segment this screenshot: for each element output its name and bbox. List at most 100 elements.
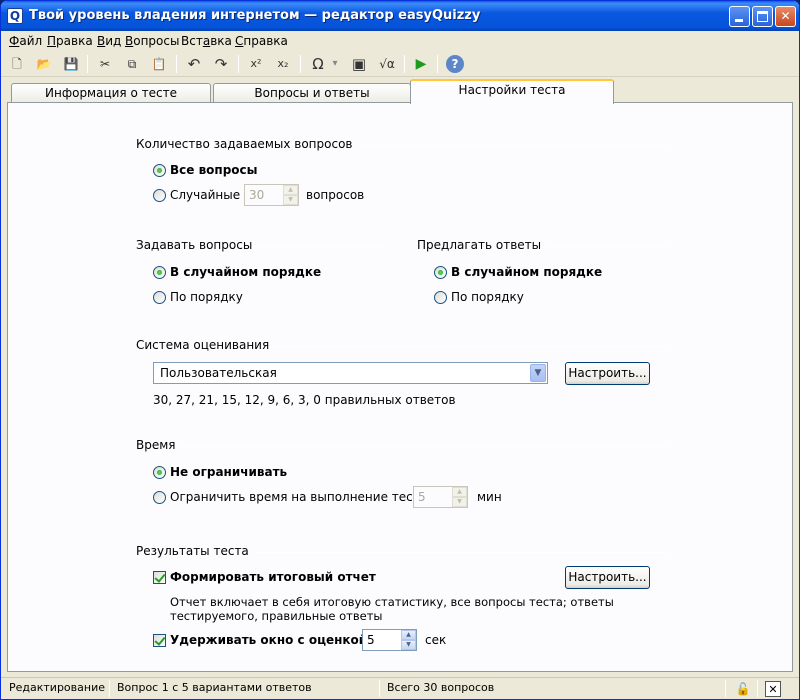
window-title: Твой уровень владения интернетом — редак…: [29, 8, 481, 23]
label-random-questions: Случайные: [170, 188, 241, 202]
redo-icon[interactable]: ↷: [211, 54, 231, 74]
maximize-button[interactable]: [752, 6, 773, 27]
minimize-button[interactable]: [729, 6, 750, 27]
unlock-icon[interactable]: 🔓: [735, 681, 751, 697]
chevron-down-icon[interactable]: ▼: [401, 640, 416, 650]
hold-seconds-stepper[interactable]: 5 ▲ ▼: [362, 629, 417, 651]
menu-insert[interactable]: Вставка: [181, 34, 232, 48]
time-limit-value: 5: [418, 490, 426, 504]
time-limit-stepper[interactable]: 5 ▲ ▼: [413, 486, 468, 508]
hold-seconds-value: 5: [367, 633, 375, 647]
chevron-down-icon[interactable]: ▼: [283, 195, 298, 205]
menu-view[interactable]: Вид: [97, 34, 121, 48]
group-separator: [137, 446, 667, 447]
toolbar-separator: [87, 55, 88, 73]
toolbar-separator: [404, 55, 405, 73]
label-time-limited: Ограничить время на выполнение теста: [170, 490, 428, 504]
run-test-icon[interactable]: ▶: [411, 54, 431, 74]
settings-panel: Количество задаваемых вопросов Все вопро…: [7, 102, 793, 672]
close-button[interactable]: ✕: [775, 6, 796, 27]
grading-thresholds-text: 30, 27, 21, 15, 12, 9, 6, 3, 0 правильны…: [153, 393, 456, 407]
omega-symbol-icon[interactable]: Ω: [308, 54, 328, 74]
menu-help[interactable]: Справка: [235, 34, 288, 48]
menu-file-accel: Ф: [9, 34, 20, 48]
status-mode: Редактирование: [9, 681, 105, 694]
group-title-grading: Система оценивания: [136, 338, 276, 352]
group-title-ask-questions: Задавать вопросы: [136, 238, 259, 252]
subscript-icon[interactable]: x₂: [273, 54, 293, 74]
status-divider: [757, 680, 758, 697]
report-description-line1: Отчет включает в себя итоговую статистик…: [170, 595, 614, 609]
radio-answers-ordered[interactable]: [434, 291, 447, 304]
open-folder-icon[interactable]: 📂: [34, 54, 54, 74]
group-title-offer-answers: Предлагать ответы: [417, 238, 548, 252]
superscript-icon[interactable]: x²: [246, 54, 266, 74]
menu-questions-rest: опросы: [133, 34, 180, 48]
save-icon[interactable]: 💾: [61, 54, 81, 74]
report-description-line2: тестируемого, правильные ответы: [170, 609, 383, 623]
help-icon[interactable]: ?: [446, 55, 464, 73]
copy-icon[interactable]: ⧉: [122, 54, 142, 74]
stepper-arrows: ▲ ▼: [401, 630, 416, 650]
menu-edit-rest: равка: [56, 34, 93, 48]
chevron-up-icon[interactable]: ▲: [283, 185, 298, 195]
menu-questions-accel: В: [125, 34, 134, 48]
radio-answers-random[interactable]: [434, 266, 447, 279]
menu-file[interactable]: Файл: [9, 34, 42, 48]
menu-file-rest: айл: [19, 34, 43, 48]
menu-edit-accel: П: [47, 34, 57, 48]
label-final-report: Формировать итоговый отчет: [170, 570, 376, 584]
chevron-up-icon[interactable]: ▲: [401, 630, 416, 640]
stepper-arrows: ▲ ▼: [452, 487, 467, 507]
new-file-icon[interactable]: 🗋: [7, 54, 27, 74]
minimize-icon: [735, 19, 743, 22]
tab-test-info[interactable]: Информация о тесте: [11, 83, 211, 103]
radio-random-questions[interactable]: [153, 189, 166, 202]
checkbox-hold-window[interactable]: [153, 634, 166, 647]
radio-ask-random[interactable]: [153, 266, 166, 279]
label-questions-suffix: вопросов: [306, 188, 365, 202]
label-ask-ordered: По порядку: [170, 290, 243, 304]
title-bar[interactable]: Q Твой уровень владения интернетом — ред…: [1, 1, 799, 31]
undo-icon[interactable]: ↶: [184, 54, 204, 74]
label-hold-window: Удерживать окно с оценкой: [170, 633, 368, 647]
tab-strip: Информация о тесте Вопросы и ответы Наст…: [1, 79, 799, 104]
checkbox-final-report[interactable]: [153, 571, 166, 584]
chevron-down-icon[interactable]: ▾: [329, 54, 341, 74]
insert-image-icon[interactable]: ▣: [349, 54, 369, 74]
toolbar-separator: [437, 55, 438, 73]
close-document-icon[interactable]: ✕: [765, 681, 781, 697]
radio-ask-ordered[interactable]: [153, 291, 166, 304]
label-all-questions: Все вопросы: [170, 163, 258, 177]
radio-time-unlimited[interactable]: [153, 466, 166, 479]
configure-report-button[interactable]: Настроить...: [565, 566, 650, 589]
menu-questions[interactable]: Вопросы: [125, 34, 179, 48]
close-icon: ✕: [780, 9, 791, 23]
label-seconds: сек: [425, 633, 447, 647]
label-time-unlimited: Не ограничивать: [170, 465, 288, 479]
toolbar-separator: [238, 55, 239, 73]
app-window: Q Твой уровень владения интернетом — ред…: [0, 0, 800, 700]
radio-all-questions[interactable]: [153, 164, 166, 177]
tab-test-settings[interactable]: Настройки теста: [410, 79, 614, 104]
status-divider: [379, 680, 380, 697]
menu-insert-prefix: Вст: [181, 34, 203, 48]
menu-help-rest: правка: [243, 34, 288, 48]
label-answers-ordered: По порядку: [451, 290, 524, 304]
random-count-stepper[interactable]: 30 ▲ ▼: [244, 184, 299, 206]
chevron-up-icon[interactable]: ▲: [452, 487, 467, 497]
menu-edit[interactable]: Правка: [47, 34, 93, 48]
menu-bar: Файл Правка Вид Вопросы Вставка Справка: [1, 31, 799, 51]
formula-icon[interactable]: √α: [375, 54, 399, 74]
chevron-down-icon[interactable]: ▼: [452, 497, 467, 507]
grading-system-select[interactable]: Пользовательская ▼: [153, 362, 548, 384]
chevron-down-icon[interactable]: ▼: [530, 364, 546, 382]
configure-grading-button[interactable]: Настроить...: [565, 362, 650, 385]
paste-icon[interactable]: 📋: [149, 54, 169, 74]
cut-icon[interactable]: ✂: [95, 54, 115, 74]
toolbar-separator: [176, 55, 177, 73]
radio-time-limited[interactable]: [153, 491, 166, 504]
tab-questions-answers[interactable]: Вопросы и ответы: [213, 83, 411, 103]
group-title-results: Результаты теста: [136, 544, 255, 558]
status-total-questions: Всего 30 вопросов: [387, 681, 495, 694]
